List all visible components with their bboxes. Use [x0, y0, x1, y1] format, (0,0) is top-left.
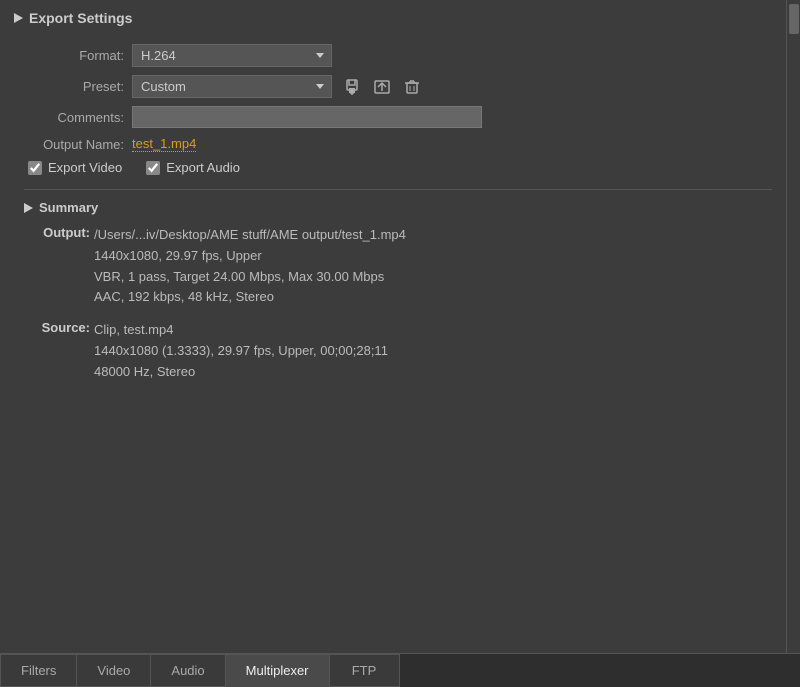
comments-label: Comments:	[24, 110, 124, 125]
format-label: Format:	[24, 48, 124, 63]
main-container: Export Settings Format: H.264 H.265 AAC …	[0, 0, 800, 687]
comments-row: Comments:	[24, 106, 772, 128]
tab-ftp[interactable]: FTP	[330, 654, 400, 687]
output-name-label: Output Name:	[24, 137, 124, 152]
tab-video[interactable]: Video	[77, 654, 151, 687]
content-main: Export Settings Format: H.264 H.265 AAC …	[0, 0, 786, 653]
output-summary-label: Output:	[38, 225, 90, 240]
form-rows: Format: H.264 H.265 AAC Audio AIFF	[14, 44, 772, 152]
preset-row: Preset: Custom High Quality 1080p HD Med…	[24, 75, 772, 98]
preset-select-container: Custom High Quality 1080p HD Medium Qual…	[132, 75, 332, 98]
tab-multiplexer[interactable]: Multiplexer	[226, 654, 330, 687]
preset-select[interactable]: Custom High Quality 1080p HD Medium Qual…	[132, 75, 332, 98]
summary-collapse-icon[interactable]	[24, 203, 33, 213]
export-video-label: Export Video	[48, 160, 122, 175]
export-settings-panel: Export Settings Format: H.264 H.265 AAC …	[0, 0, 786, 393]
output-name-row: Output Name: test_1.mp4	[24, 136, 772, 152]
output-summary-text: /Users/...iv/Desktop/AME stuff/AME outpu…	[94, 225, 406, 308]
scrollbar[interactable]	[786, 0, 800, 653]
preset-label: Preset:	[24, 79, 124, 94]
export-audio-checkbox-container[interactable]: Export Audio	[146, 160, 240, 175]
scrollbar-thumb[interactable]	[789, 4, 799, 34]
output-name-link[interactable]: test_1.mp4	[132, 136, 196, 152]
tabs-bar: Filters Video Audio Multiplexer FTP	[0, 653, 800, 687]
summary-content: Output: /Users/...iv/Desktop/AME stuff/A…	[24, 225, 772, 383]
checkboxes-row: Export Video Export Audio	[14, 160, 772, 175]
collapse-icon[interactable]	[14, 13, 23, 23]
format-row: Format: H.264 H.265 AAC Audio AIFF	[24, 44, 772, 67]
export-video-checkbox-container[interactable]: Export Video	[28, 160, 122, 175]
tab-audio[interactable]: Audio	[151, 654, 225, 687]
section-header: Export Settings	[14, 10, 772, 30]
comments-input[interactable]	[132, 106, 482, 128]
tab-filters[interactable]: Filters	[0, 654, 77, 687]
format-select[interactable]: H.264 H.265 AAC Audio AIFF	[132, 44, 332, 67]
summary-header: Summary	[24, 189, 772, 215]
summary-section: Summary Output: /Users/...iv/Desktop/AME…	[14, 189, 772, 383]
export-audio-label: Export Audio	[166, 160, 240, 175]
delete-preset-button[interactable]	[400, 77, 424, 97]
export-audio-checkbox[interactable]	[146, 161, 160, 175]
panel-title: Export Settings	[29, 10, 132, 26]
source-summary-text: Clip, test.mp4 1440x1080 (1.3333), 29.97…	[94, 320, 388, 382]
output-summary-block: Output: /Users/...iv/Desktop/AME stuff/A…	[38, 225, 772, 308]
source-summary-block: Source: Clip, test.mp4 1440x1080 (1.3333…	[38, 320, 772, 382]
summary-title: Summary	[39, 200, 98, 215]
source-summary-label: Source:	[38, 320, 90, 335]
format-select-container: H.264 H.265 AAC Audio AIFF	[132, 44, 332, 67]
preset-icons	[340, 77, 424, 97]
export-video-checkbox[interactable]	[28, 161, 42, 175]
import-preset-button[interactable]	[370, 77, 394, 97]
save-preset-button[interactable]	[340, 77, 364, 97]
